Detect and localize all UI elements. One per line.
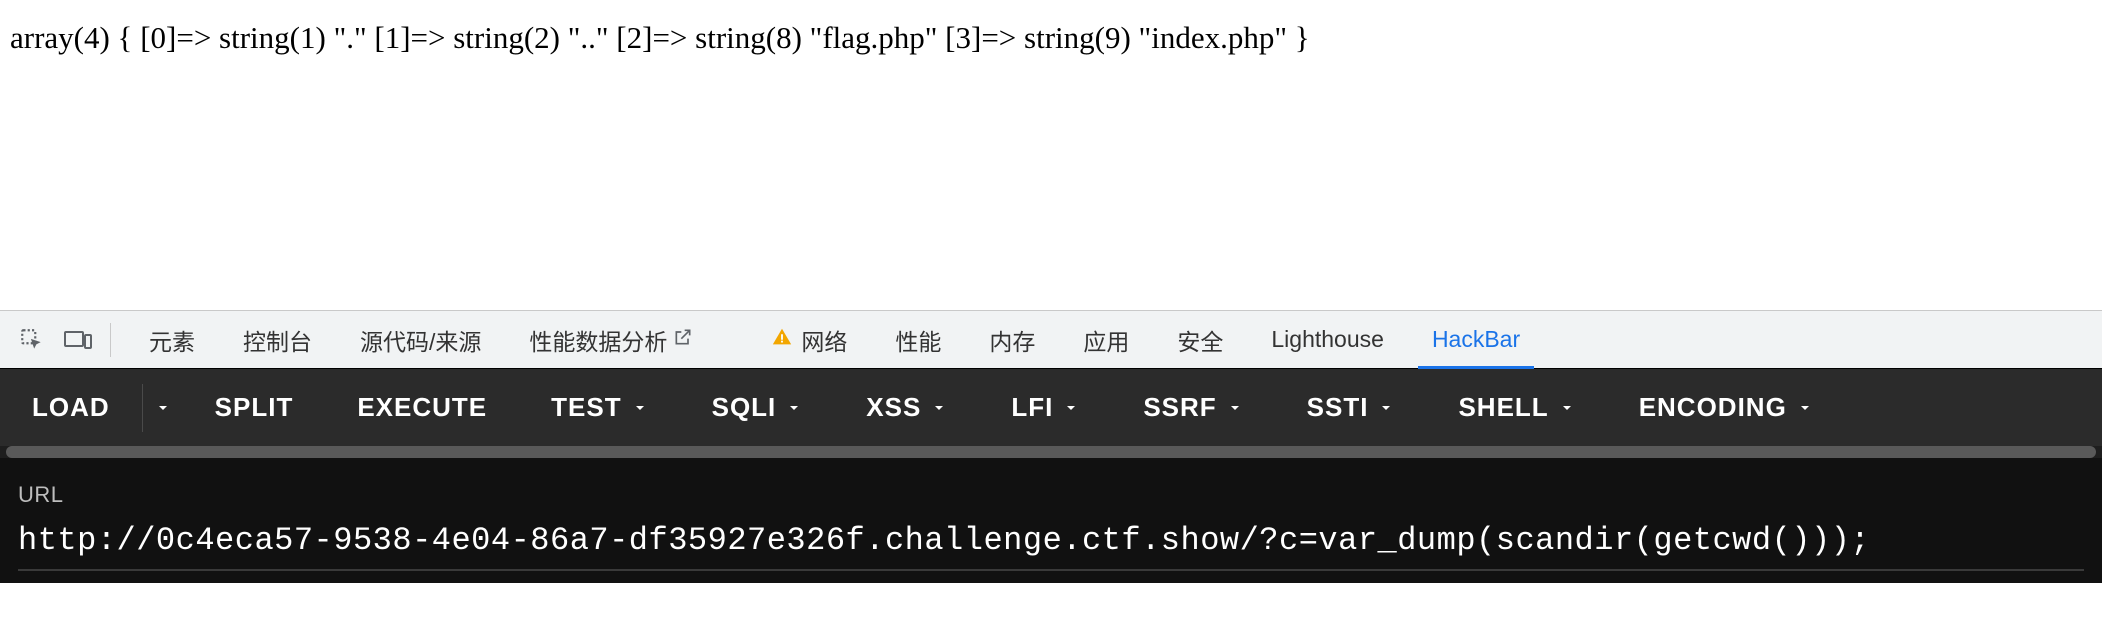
- popout-icon: [673, 326, 693, 353]
- tab-network[interactable]: 网络: [747, 311, 871, 369]
- devtools-tabbar: 元素 控制台 源代码/来源 性能数据分析 网络 性能 内存 应用 安全: [0, 310, 2102, 368]
- tab-label: 元素: [149, 323, 195, 357]
- tab-label: 性能: [895, 323, 941, 357]
- button-label: XSS: [866, 392, 921, 423]
- execute-button[interactable]: EXECUTE: [325, 369, 519, 447]
- tab-label: 性能数据分析: [529, 323, 667, 357]
- device-toolbar-icon[interactable]: [60, 322, 96, 358]
- hackbar-toolbar: LOAD SPLIT EXECUTE TEST SQLI XSS LFI: [0, 368, 2102, 446]
- test-dropdown[interactable]: TEST: [519, 369, 679, 447]
- button-label: SSRF: [1143, 392, 1216, 423]
- button-label: EXECUTE: [357, 392, 487, 423]
- chevron-down-icon: [155, 400, 171, 416]
- split-button[interactable]: SPLIT: [183, 369, 326, 447]
- hackbar-panel: LOAD SPLIT EXECUTE TEST SQLI XSS LFI: [0, 368, 2102, 583]
- chevron-down-icon: [1378, 392, 1394, 423]
- input-underline: [18, 569, 2084, 571]
- button-label: LFI: [1011, 392, 1053, 423]
- inspect-element-icon[interactable]: [14, 322, 50, 358]
- divider: [110, 323, 111, 357]
- tab-console[interactable]: 控制台: [219, 311, 336, 369]
- php-output-text: array(4) { [0]=> string(1) "." [1]=> str…: [10, 20, 1310, 55]
- ssti-dropdown[interactable]: SSTI: [1275, 369, 1427, 447]
- tab-performance[interactable]: 性能: [871, 311, 965, 369]
- chevron-down-icon: [1797, 392, 1813, 423]
- chevron-down-icon: [1559, 392, 1575, 423]
- chevron-down-icon: [1227, 392, 1243, 423]
- tab-performance-insights[interactable]: 性能数据分析: [505, 311, 717, 369]
- button-label: SQLI: [712, 392, 777, 423]
- load-dropdown[interactable]: [143, 369, 183, 447]
- chevron-down-icon: [931, 392, 947, 423]
- load-button[interactable]: LOAD: [0, 369, 142, 447]
- encoding-dropdown[interactable]: ENCODING: [1607, 369, 1845, 447]
- url-input[interactable]: [18, 522, 2084, 567]
- tab-label: 安全: [1177, 323, 1223, 357]
- page-output: array(4) { [0]=> string(1) "." [1]=> str…: [0, 0, 2102, 310]
- button-label: SSTI: [1307, 392, 1369, 423]
- chevron-down-icon: [786, 392, 802, 423]
- tab-label: 网络: [801, 323, 847, 357]
- tab-sources[interactable]: 源代码/来源: [336, 311, 505, 369]
- toolbar-scrollbar[interactable]: [6, 446, 2096, 458]
- xss-dropdown[interactable]: XSS: [834, 369, 979, 447]
- button-label: TEST: [551, 392, 621, 423]
- button-label: SHELL: [1458, 392, 1548, 423]
- warning-icon: [771, 326, 793, 354]
- button-label: ENCODING: [1639, 392, 1787, 423]
- tab-label: 应用: [1083, 323, 1129, 357]
- tab-application[interactable]: 应用: [1059, 311, 1153, 369]
- button-label: LOAD: [32, 392, 110, 423]
- button-label: SPLIT: [215, 392, 294, 423]
- tab-security[interactable]: 安全: [1153, 311, 1247, 369]
- tab-label: 内存: [989, 323, 1035, 357]
- shell-dropdown[interactable]: SHELL: [1426, 369, 1606, 447]
- ssrf-dropdown[interactable]: SSRF: [1111, 369, 1274, 447]
- tab-lighthouse[interactable]: Lighthouse: [1247, 311, 1408, 369]
- url-label: URL: [18, 482, 2084, 508]
- hackbar-body: URL: [0, 458, 2102, 583]
- tab-memory[interactable]: 内存: [965, 311, 1059, 369]
- tab-label: Lighthouse: [1271, 326, 1384, 353]
- chevron-down-icon: [1063, 392, 1079, 423]
- sqli-dropdown[interactable]: SQLI: [680, 369, 835, 447]
- tab-label: 源代码/来源: [360, 323, 481, 357]
- tab-hackbar[interactable]: HackBar: [1408, 311, 1544, 369]
- tab-label: HackBar: [1432, 326, 1520, 353]
- tab-label: 控制台: [243, 323, 312, 357]
- lfi-dropdown[interactable]: LFI: [979, 369, 1111, 447]
- tab-elements[interactable]: 元素: [125, 311, 219, 369]
- chevron-down-icon: [632, 392, 648, 423]
